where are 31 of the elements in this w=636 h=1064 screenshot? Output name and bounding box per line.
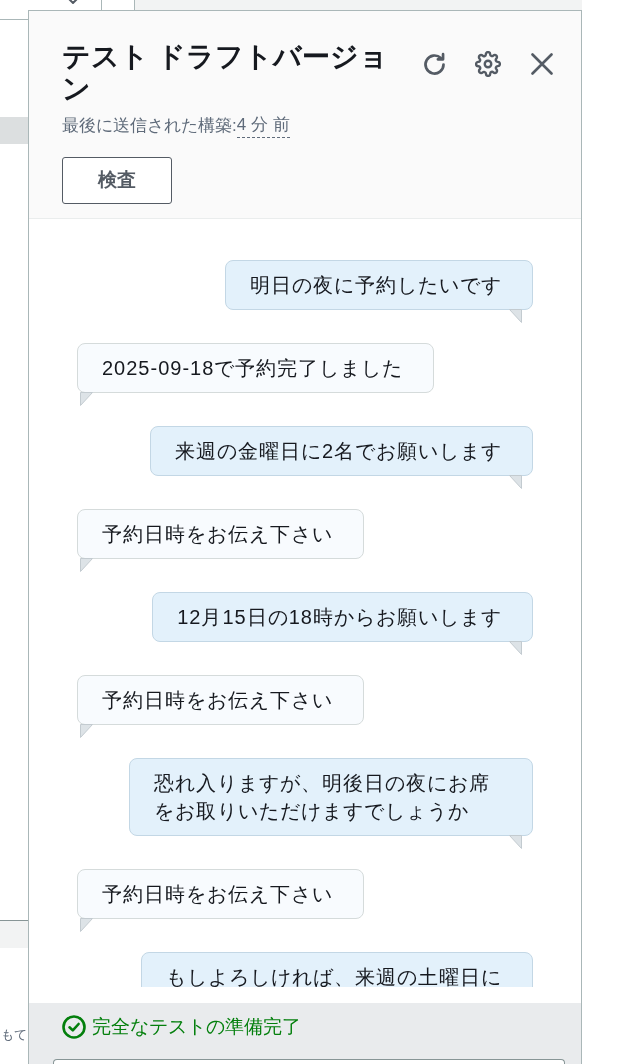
row-background	[0, 920, 28, 948]
background-text: もて	[1, 1026, 27, 1044]
relative-time[interactable]: 4 分 前	[236, 113, 290, 138]
bubble-tail-icon	[80, 558, 93, 572]
settings-icon	[475, 51, 501, 77]
bubble-tail-icon	[509, 835, 522, 849]
settings-button[interactable]	[472, 48, 504, 80]
user-message: 恐れ入りますが、明後日の夜にお席をお取りいただけますでしょうか	[129, 758, 533, 836]
inspect-button[interactable]: 検査	[62, 157, 172, 204]
bot-message: 予約日時をお伝え下さい	[77, 869, 364, 919]
user-message: 明日の夜に予約したいです	[225, 260, 533, 310]
close-icon	[531, 53, 553, 75]
bubble-tail-icon	[509, 641, 522, 655]
bubble-tail-icon	[509, 309, 522, 323]
bot-message: 2025-09-18で予約完了しました	[77, 343, 435, 393]
caret-icon[interactable]	[67, 0, 79, 4]
message-input-field[interactable]	[53, 1059, 565, 1064]
bot-message: 予約日時をお伝え下さい	[77, 509, 364, 559]
check-circle-icon	[62, 1015, 86, 1039]
bubble-tail-icon	[80, 918, 93, 932]
user-message: 来週の金曜日に2名でお願いします	[149, 426, 533, 476]
row-background	[0, 117, 28, 144]
status-text: 完全なテストの準備完了	[92, 1015, 301, 1039]
bot-message: 予約日時をお伝え下さい	[77, 675, 364, 725]
last-build-label: 最後に送信された構築:	[62, 115, 237, 137]
panel-title: テスト ドラフトバージョン	[62, 41, 389, 105]
user-message: もしよろしければ、来週の土曜日に	[141, 952, 533, 987]
bubble-tail-icon	[80, 392, 93, 406]
bubble-tail-icon	[509, 475, 522, 489]
bubble-tail-icon	[80, 724, 93, 738]
user-message: 12月15日の18時からお願いします	[152, 592, 533, 642]
